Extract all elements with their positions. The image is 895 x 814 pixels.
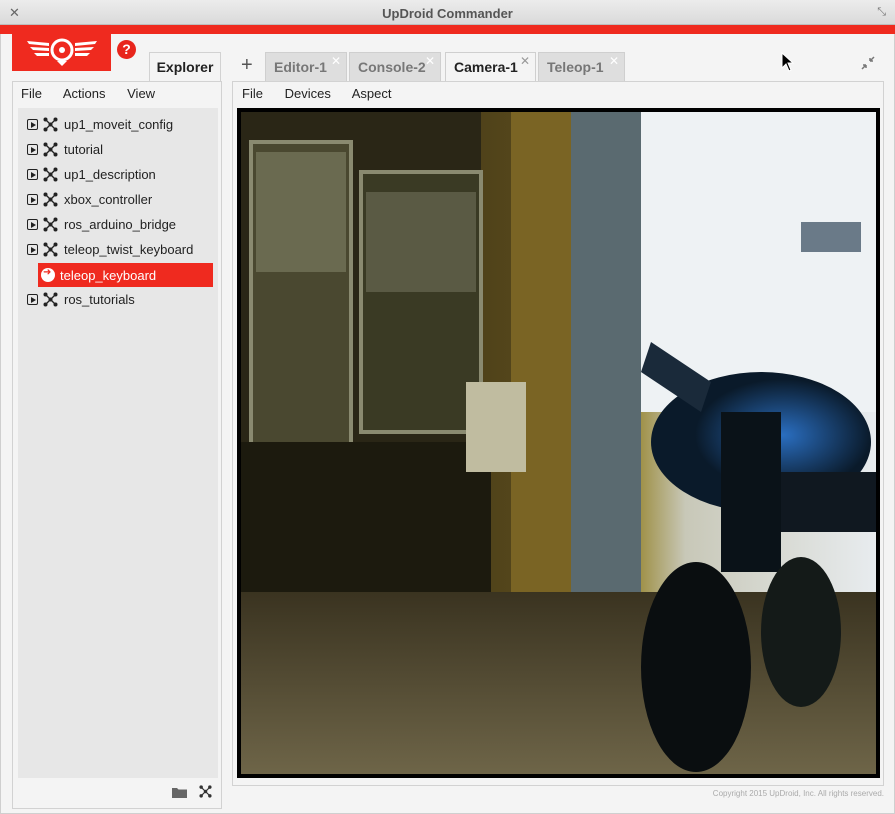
explorer-menu-bar: File Actions View — [21, 86, 173, 106]
ros-node-icon — [43, 292, 58, 310]
explorer-menu-view[interactable]: View — [127, 86, 155, 101]
ros-node-icon — [43, 142, 58, 160]
expand-arrow-icon[interactable] — [27, 169, 38, 180]
camera-menu-bar: File Devices Aspect — [242, 86, 409, 101]
tab-explorer[interactable]: Explorer — [149, 52, 221, 82]
package-tree: up1_moveit_config tutorial up1_descripti… — [18, 108, 218, 778]
camera-menu-devices[interactable]: Devices — [285, 86, 331, 101]
folder-icon[interactable] — [171, 785, 187, 803]
tree-item-ros-tutorials[interactable]: ros_tutorials — [18, 287, 218, 311]
explorer-panel: File Actions View up1_moveit_config tuto… — [12, 81, 222, 809]
explorer-footer — [164, 785, 212, 801]
ros-node-icon — [43, 167, 58, 185]
tab-editor-1[interactable]: Editor-1 ✕ — [265, 52, 347, 81]
tree-item-label: up1_description — [64, 167, 156, 182]
tree-item-label: teleop_keyboard — [60, 268, 157, 283]
tree-item-ros-arduino-bridge[interactable]: ros_arduino_bridge — [18, 212, 218, 236]
camera-panel: File Devices Aspect — [232, 81, 884, 786]
tree-item-tutorial[interactable]: tutorial — [18, 137, 218, 161]
tab-label: Teleop-1 — [547, 59, 604, 75]
camera-menu-aspect[interactable]: Aspect — [352, 86, 392, 101]
camera-feed-frame — [237, 108, 880, 778]
tree-item-up1-description[interactable]: up1_description — [18, 162, 218, 186]
expand-arrow-icon[interactable] — [27, 194, 38, 205]
tab-label: Camera-1 — [454, 59, 518, 75]
brand-bar — [0, 25, 895, 34]
tab-label: Console-2 — [358, 59, 426, 75]
tree-item-up1-moveit-config[interactable]: up1_moveit_config — [18, 112, 218, 136]
window-titlebar: ✕ UpDroid Commander ⤡ — [0, 0, 895, 25]
expand-arrow-icon[interactable] — [27, 119, 38, 130]
tree-item-label: ros_arduino_bridge — [64, 217, 177, 232]
tab-close-icon[interactable]: ✕ — [520, 47, 530, 75]
tree-item-label: ros_tutorials — [64, 292, 135, 307]
ros-node-icon — [43, 242, 58, 260]
tab-teleop-1[interactable]: Teleop-1 ✕ — [538, 52, 625, 81]
tab-close-icon[interactable]: ✕ — [609, 47, 619, 75]
app-body: ? Explorer File Actions View up1_moveit_… — [0, 34, 895, 814]
tab-console-2[interactable]: Console-2 ✕ — [349, 52, 441, 81]
tree-item-xbox-controller[interactable]: xbox_controller — [18, 187, 218, 211]
tree-item-label: up1_moveit_config — [64, 117, 174, 132]
camera-menu-file[interactable]: File — [242, 86, 263, 101]
expand-arrow-icon[interactable] — [27, 294, 38, 305]
tree-item-teleop-keyboard[interactable]: teleop_keyboard — [38, 263, 213, 287]
tab-camera-1[interactable]: Camera-1 ✕ — [445, 52, 536, 83]
ros-node-icon — [43, 117, 58, 135]
tab-label: Editor-1 — [274, 59, 327, 75]
add-tab-button[interactable]: + — [241, 54, 253, 77]
window-maximize-icon[interactable]: ⤡ — [877, 6, 886, 19]
explorer-menu-file[interactable]: File — [21, 86, 42, 101]
window-title: UpDroid Commander — [382, 6, 513, 21]
expand-arrow-icon[interactable] — [27, 244, 38, 255]
copyright-text: Copyright 2015 UpDroid, Inc. All rights … — [712, 789, 884, 798]
updroid-logo — [12, 34, 111, 71]
tab-close-icon[interactable]: ✕ — [331, 47, 341, 75]
node-icon[interactable] — [199, 785, 212, 803]
explorer-menu-actions[interactable]: Actions — [63, 86, 106, 101]
tree-item-label: xbox_controller — [64, 192, 153, 207]
expand-arrow-icon[interactable] — [27, 144, 38, 155]
tab-close-icon[interactable]: ✕ — [425, 47, 435, 75]
help-icon[interactable]: ? — [117, 40, 136, 59]
mouse-cursor-icon — [781, 51, 795, 77]
collapse-icon[interactable] — [861, 56, 875, 73]
expand-arrow-icon[interactable] — [27, 219, 38, 230]
ros-node-icon — [43, 217, 58, 235]
camera-feed-image — [241, 112, 876, 774]
tree-item-label: teleop_twist_keyboard — [64, 242, 194, 257]
tree-item-label: tutorial — [64, 142, 104, 157]
run-arrow-icon[interactable] — [41, 267, 55, 282]
tree-item-teleop-twist-keyboard[interactable]: teleop_twist_keyboard — [18, 237, 218, 261]
ros-node-icon — [43, 192, 58, 210]
